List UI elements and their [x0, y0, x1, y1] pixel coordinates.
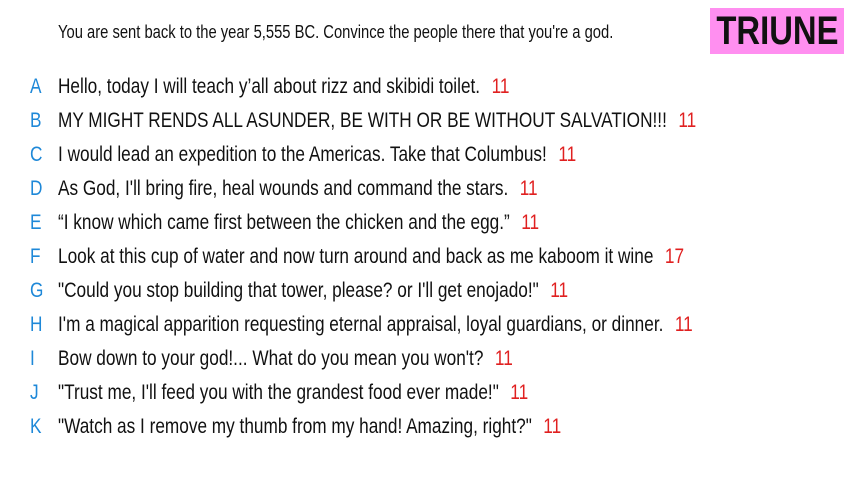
answer-count: 11	[674, 313, 693, 336]
answer-letter: I	[30, 347, 35, 370]
answer-text: “I know which came first between the chi…	[58, 211, 510, 234]
answer-text: As God, I'll bring fire, heal wounds and…	[58, 177, 509, 200]
answer-text: I would lead an expedition to the Americ…	[58, 143, 547, 166]
answer-text: "Could you stop building that tower, ple…	[58, 279, 539, 302]
answer-letter: A	[30, 75, 42, 98]
answer-count: 11	[494, 347, 513, 370]
answer-letter: F	[30, 245, 41, 268]
answer-letter: D	[30, 177, 43, 200]
team-badge-label: TRIUNE	[715, 8, 839, 53]
answer-count: 11	[550, 279, 569, 302]
answer-count: 11	[510, 381, 529, 404]
answer-letter: B	[30, 109, 42, 132]
answer-letter: G	[30, 279, 44, 302]
answer-letter: C	[30, 143, 43, 166]
answer-count: 11	[521, 211, 540, 234]
answer-count: 11	[543, 415, 562, 438]
answer-count: 11	[491, 75, 510, 98]
answer-letter: K	[30, 415, 42, 438]
answer-letter: J	[30, 381, 39, 404]
answer-count: 11	[519, 177, 538, 200]
team-badge: TRIUNE	[710, 8, 844, 54]
answer-letter: H	[30, 313, 43, 336]
question-prompt: You are sent back to the year 5,555 BC. …	[58, 22, 614, 42]
answer-text: "Watch as I remove my thumb from my hand…	[58, 415, 532, 438]
answer-count: 11	[558, 143, 577, 166]
answer-count: 17	[664, 245, 685, 268]
answer-text: I'm a magical apparition requesting eter…	[58, 313, 664, 336]
answer-text: Look at this cup of water and now turn a…	[58, 245, 654, 268]
answer-text: Hello, today I will teach y’all about ri…	[58, 75, 481, 98]
answer-text: MY MIGHT RENDS ALL ASUNDER, BE WITH OR B…	[58, 109, 667, 132]
answer-text: "Trust me, I'll feed you with the grande…	[58, 381, 499, 404]
answer-count: 11	[678, 109, 697, 132]
answer-text: Bow down to your god!... What do you mea…	[58, 347, 484, 370]
answer-letter: E	[30, 211, 42, 234]
